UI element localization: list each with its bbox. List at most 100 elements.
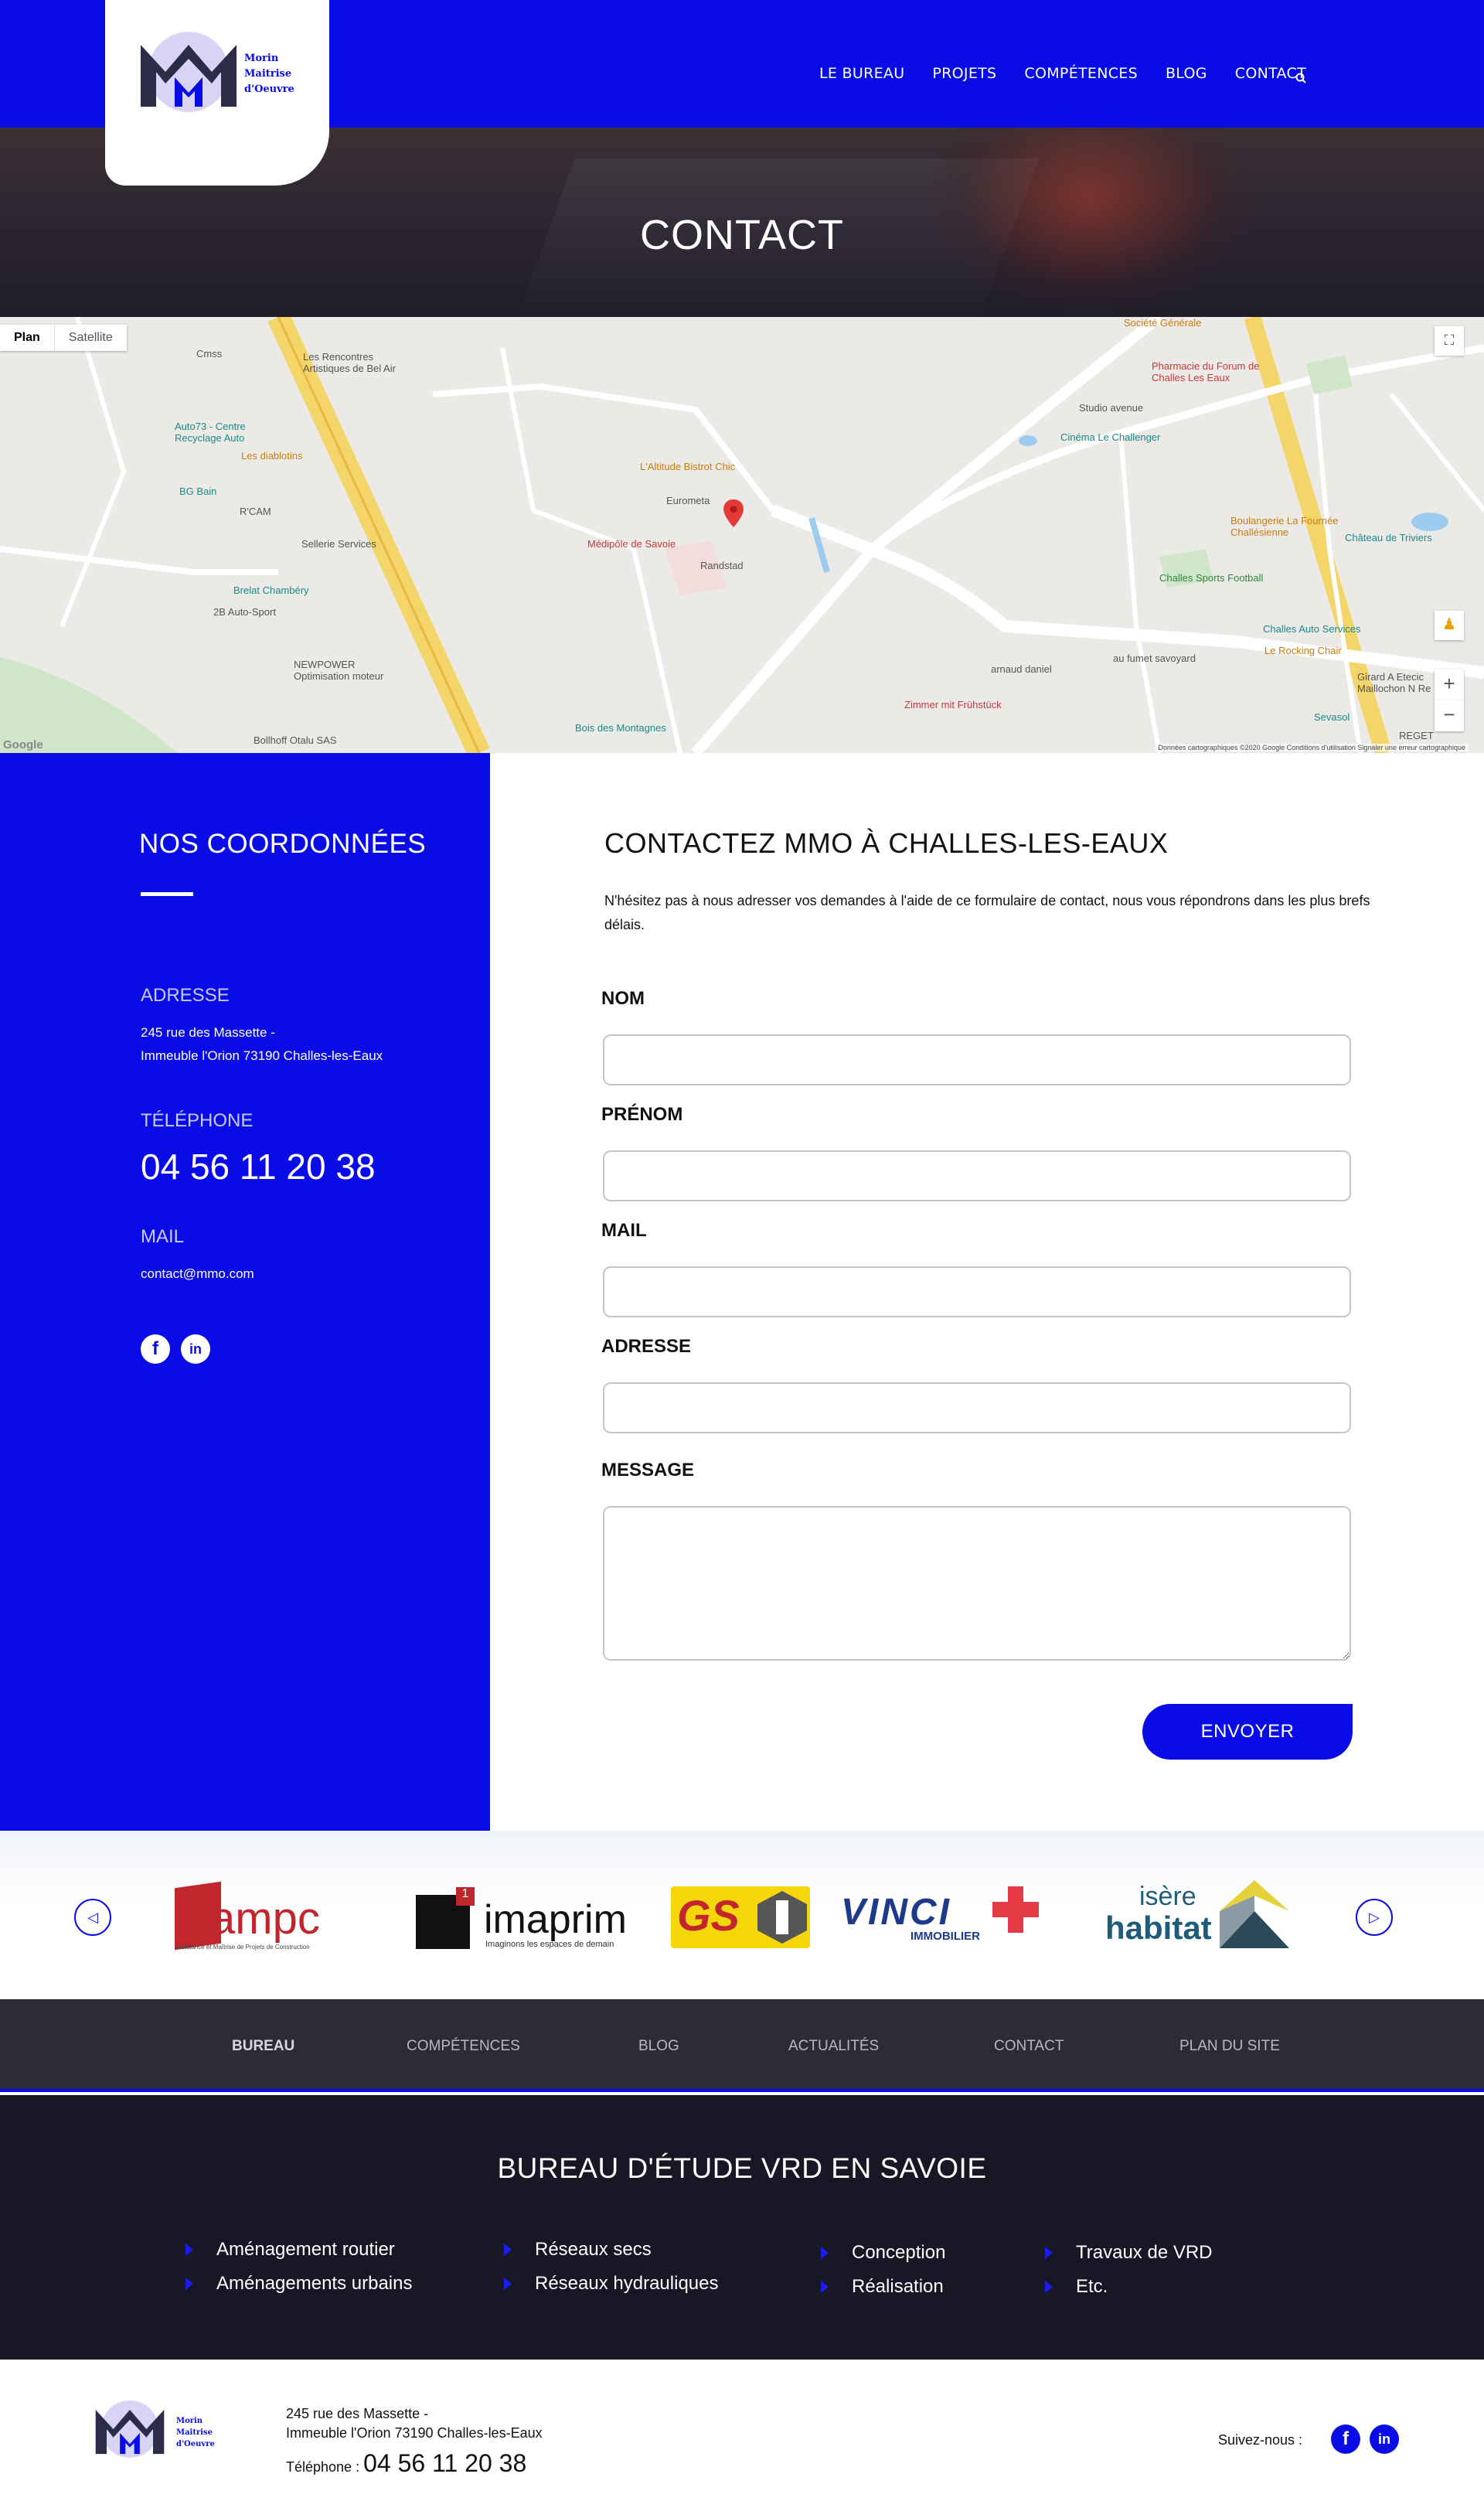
form-title: CONTACTEZ MMO À CHALLES-LES-EAUX xyxy=(604,827,1169,859)
map-label: BG Bain xyxy=(179,486,217,497)
carousel-prev-icon[interactable]: ◁ xyxy=(74,1899,111,1936)
zoom-in-button[interactable]: + xyxy=(1435,670,1464,700)
mail-label: MAIL xyxy=(141,1226,185,1247)
contact-form: CONTACTEZ MMO À CHALLES-LES-EAUX N'hésit… xyxy=(490,753,1484,1831)
footer-nav-blog[interactable]: BLOG xyxy=(638,2038,679,2055)
footer-nav-actualites[interactable]: ACTUALITÉS xyxy=(788,2038,879,2055)
gsi-text: GS xyxy=(677,1891,740,1940)
nav-competences[interactable]: COMPÉTENCES xyxy=(1024,65,1138,82)
isere-habitat-mark xyxy=(1220,1880,1289,1948)
partner-logo-gsi[interactable]: GS xyxy=(671,1876,810,1959)
map-label: Challes Sports Football xyxy=(1159,572,1264,584)
ampc-tagline: Assistance et Maîtrise de Projets de Con… xyxy=(175,1944,310,1951)
service-item[interactable]: Aménagement routier xyxy=(186,2239,395,2261)
map-label: Zimmer mit Frühstück xyxy=(904,699,1002,710)
follow-us-label: Suivez-nous : xyxy=(1218,2432,1303,2448)
send-button[interactable]: ENVOYER xyxy=(1142,1704,1353,1760)
service-item[interactable]: Réseaux hydrauliques xyxy=(504,2273,718,2295)
footer-facebook[interactable]: f xyxy=(1331,2424,1360,2454)
nav-le-bureau[interactable]: LE BUREAU xyxy=(819,65,904,82)
search-icon[interactable] xyxy=(1294,71,1309,87)
map-label: Sevasol xyxy=(1314,711,1350,723)
coordinates-title: NOS COORDONNÉES xyxy=(139,829,427,859)
mail-link[interactable]: contact@mmo.com xyxy=(141,1262,254,1286)
linkedin-icon[interactable]: in xyxy=(181,1334,210,1364)
ampc-text: ampc xyxy=(210,1893,320,1944)
services-section: BUREAU D'ÉTUDE VRD EN SAVOIE Aménagement… xyxy=(0,2095,1484,2360)
service-label: Réseaux secs xyxy=(535,2239,652,2260)
adresse-input[interactable] xyxy=(603,1382,1351,1433)
address-label: ADRESSE xyxy=(141,985,230,1006)
vinci-cross xyxy=(992,1886,1039,1933)
isere-habitat-logo: isère habitat xyxy=(1105,1879,1291,1956)
vinci-logo: VINCI IMMOBILIER xyxy=(841,1886,1050,1948)
message-textarea[interactable] xyxy=(603,1506,1351,1661)
arrow-right-icon xyxy=(186,2278,193,2290)
map-attribution[interactable]: Données cartographiques ©2020 Google Con… xyxy=(1155,744,1469,751)
linkedin-icon[interactable]: in xyxy=(1370,2424,1399,2454)
service-item[interactable]: Travaux de VRD xyxy=(1045,2242,1213,2264)
nav-blog[interactable]: BLOG xyxy=(1166,65,1207,82)
footer-linkedin[interactable]: in xyxy=(1370,2424,1399,2454)
google-map[interactable]: Plan Satellite Cmss Les Rencontres Artis… xyxy=(0,317,1484,753)
map-label: Société Générale xyxy=(1124,317,1202,329)
footer-logo-line2: Maitrise xyxy=(176,2428,213,2437)
mail-field-label: MAIL xyxy=(601,1220,647,1241)
service-item[interactable]: Conception xyxy=(821,2242,945,2264)
logo-text-line1: Morin xyxy=(244,53,279,64)
facebook-icon[interactable]: f xyxy=(141,1334,170,1364)
partner-logo-imaprim[interactable]: 1 imaprim Imaginons les espaces de demai… xyxy=(414,1876,631,1959)
map-label: Boulangerie La Fournée Challésienne xyxy=(1230,515,1339,538)
map-tab-satellite[interactable]: Satellite xyxy=(55,325,127,351)
prenom-input[interactable] xyxy=(603,1150,1351,1201)
isere-text: isère xyxy=(1139,1882,1196,1911)
footer-phone[interactable]: Téléphone : 04 56 11 20 38 xyxy=(286,2449,526,2478)
nav-projets[interactable]: PROJETS xyxy=(932,65,996,82)
footer-logo[interactable] xyxy=(91,2398,168,2460)
footer-nav-competences[interactable]: COMPÉTENCES xyxy=(407,2038,520,2055)
map-label: 2B Auto-Sport xyxy=(213,606,276,618)
service-label: Etc. xyxy=(1076,2276,1108,2297)
map-label: Château de Triviers xyxy=(1345,532,1432,543)
footer-phone-label: Téléphone : xyxy=(286,2459,360,2475)
footer-nav-plan-du-site[interactable]: PLAN DU SITE xyxy=(1179,2038,1280,2055)
service-label: Aménagement routier xyxy=(216,2239,395,2260)
fullscreen-icon[interactable]: ⛶ xyxy=(1435,326,1464,356)
footer-logo-line1: Morin xyxy=(176,2417,203,2425)
service-label: Conception xyxy=(852,2242,946,2263)
service-label: Travaux de VRD xyxy=(1076,2242,1213,2263)
map-label: Cmss xyxy=(196,348,223,359)
title-underline xyxy=(141,892,193,896)
logo-text-line2: Maitrise xyxy=(244,68,292,80)
carousel-next-icon[interactable]: ▷ xyxy=(1356,1899,1393,1936)
imaprim-badge: 1 xyxy=(456,1887,475,1906)
logo[interactable]: Morin Maitrise d'Oeuvre xyxy=(105,0,329,186)
social-links: f in xyxy=(141,1334,210,1364)
service-item[interactable]: Réalisation xyxy=(821,2276,944,2298)
imaprim-text: imaprim xyxy=(484,1897,627,1942)
phone-number[interactable]: 04 56 11 20 38 xyxy=(141,1146,376,1187)
partner-logo-ampc[interactable]: ampc Assistance et Maîtrise de Projets d… xyxy=(172,1876,349,1959)
facebook-icon[interactable]: f xyxy=(1331,2424,1360,2454)
street-view-icon[interactable]: ♟ xyxy=(1435,611,1464,640)
partner-logo-vinci[interactable]: VINCI IMMOBILIER xyxy=(841,1876,1050,1959)
ampc-logo: ampc Assistance et Maîtrise de Projets d… xyxy=(172,1879,349,1956)
map-label: Médipôle de Savoie xyxy=(587,538,676,550)
service-item[interactable]: Réseaux secs xyxy=(504,2239,652,2261)
partner-logo-isere-habitat[interactable]: isère habitat xyxy=(1105,1876,1291,1959)
zoom-out-button[interactable]: − xyxy=(1435,700,1464,731)
map-label: Brelat Chambéry xyxy=(233,584,309,596)
mail-input[interactable] xyxy=(603,1266,1351,1317)
gsi-logo: GS xyxy=(671,1886,810,1948)
arrow-right-icon xyxy=(504,2244,512,2256)
map-label: REGET xyxy=(1399,730,1434,741)
service-item[interactable]: Aménagements urbains xyxy=(186,2273,412,2295)
service-item[interactable]: Etc. xyxy=(1045,2276,1108,2298)
map-marker-icon[interactable] xyxy=(723,499,744,527)
footer-nav-contact[interactable]: CONTACT xyxy=(994,2038,1064,2055)
footer-nav-bureau[interactable]: BUREAU xyxy=(232,2038,294,2055)
map-tab-plan[interactable]: Plan xyxy=(0,325,55,351)
nom-input[interactable] xyxy=(603,1034,1351,1085)
map-label: arnaud daniel xyxy=(991,663,1052,675)
map-label: R'CAM xyxy=(240,506,271,517)
